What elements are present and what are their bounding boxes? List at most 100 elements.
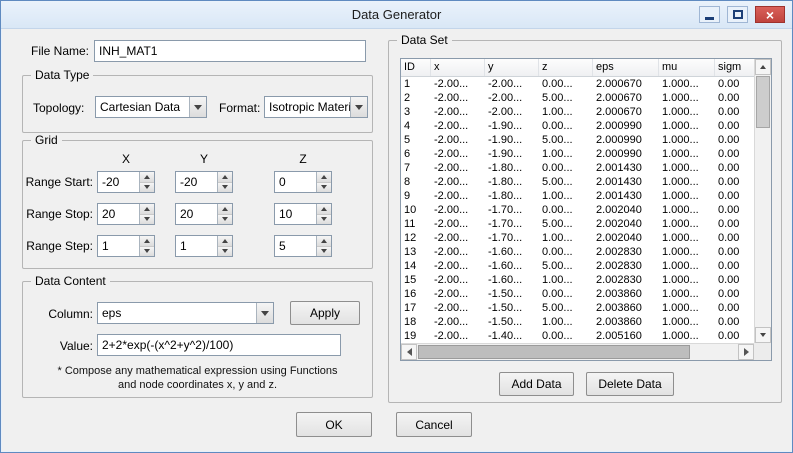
spinner-value[interactable]: -20 — [98, 172, 139, 192]
spin-down-icon[interactable] — [218, 215, 232, 225]
table-row[interactable]: 10-2.00...-1.70...0.00...2.0020401.000..… — [401, 203, 756, 217]
spin-up-icon[interactable] — [140, 236, 154, 247]
spin-down-icon[interactable] — [317, 183, 331, 193]
apply-button[interactable]: Apply — [290, 301, 360, 325]
format-combobox[interactable]: Isotropic Materia — [264, 96, 368, 118]
spin-up-icon[interactable] — [140, 204, 154, 215]
chevron-down-icon[interactable] — [350, 97, 367, 117]
table-cell: 1.000... — [659, 301, 715, 315]
vertical-scrollbar[interactable] — [754, 59, 771, 343]
table-row[interactable]: 14-2.00...-1.60...5.00...2.0028301.000..… — [401, 259, 756, 273]
spin-up-icon[interactable] — [218, 236, 232, 247]
spinner-value[interactable]: -20 — [176, 172, 217, 192]
scroll-left-button[interactable] — [401, 344, 417, 360]
spin-down-icon[interactable] — [140, 215, 154, 225]
range-start-y-spinner[interactable]: -20 — [175, 171, 233, 193]
spin-down-icon[interactable] — [140, 247, 154, 257]
maximize-button[interactable] — [727, 6, 748, 23]
close-button[interactable]: × — [755, 6, 785, 23]
table-row[interactable]: 8-2.00...-1.80...5.00...2.0014301.000...… — [401, 175, 756, 189]
vertical-scroll-thumb[interactable] — [756, 76, 770, 128]
table-row[interactable]: 5-2.00...-1.90...5.00...2.0009901.000...… — [401, 133, 756, 147]
spin-down-icon[interactable] — [317, 215, 331, 225]
table-row[interactable]: 19-2.00...-1.40...0.00...2.0051601.000..… — [401, 329, 756, 343]
spinner-value[interactable]: 1 — [98, 236, 139, 256]
spin-down-icon[interactable] — [140, 183, 154, 193]
ok-button[interactable]: OK — [296, 412, 372, 437]
range-start-x-spinner[interactable]: -20 — [97, 171, 155, 193]
scroll-right-button[interactable] — [738, 344, 754, 360]
column-header-y[interactable]: y — [485, 59, 539, 76]
spin-up-icon[interactable] — [317, 204, 331, 215]
table-row[interactable]: 16-2.00...-1.50...0.00...2.0038601.000..… — [401, 287, 756, 301]
spinner-buttons — [217, 204, 232, 224]
table-row[interactable]: 11-2.00...-1.70...5.00...2.0020401.000..… — [401, 217, 756, 231]
table-row[interactable]: 12-2.00...-1.70...1.00...2.0020401.000..… — [401, 231, 756, 245]
table-cell: -1.90... — [485, 119, 539, 133]
column-header-mu[interactable]: mu — [659, 59, 715, 76]
spinner-value[interactable]: 5 — [275, 236, 316, 256]
table-row[interactable]: 7-2.00...-1.80...0.00...2.0014301.000...… — [401, 161, 756, 175]
table-cell: 2.000990 — [593, 119, 659, 133]
table-row[interactable]: 6-2.00...-1.90...1.00...2.0009901.000...… — [401, 147, 756, 161]
table-cell: -1.70... — [485, 217, 539, 231]
range-step-y-spinner[interactable]: 1 — [175, 235, 233, 257]
table-cell: 1.000... — [659, 147, 715, 161]
range-step-z-spinner[interactable]: 5 — [274, 235, 332, 257]
spinner-value[interactable]: 20 — [98, 204, 139, 224]
range-start-z-spinner[interactable]: 0 — [274, 171, 332, 193]
range-step-x-spinner[interactable]: 1 — [97, 235, 155, 257]
titlebar[interactable]: Data Generator × — [1, 1, 792, 29]
chevron-down-icon[interactable] — [256, 303, 273, 323]
range-stop-y-spinner[interactable]: 20 — [175, 203, 233, 225]
horizontal-scroll-thumb[interactable] — [418, 345, 690, 359]
table-cell: 0.00 — [715, 105, 756, 119]
column-combobox[interactable]: eps — [97, 302, 274, 324]
spinner-value[interactable]: 0 — [275, 172, 316, 192]
chevron-down-icon[interactable] — [189, 97, 206, 117]
spin-down-icon[interactable] — [317, 247, 331, 257]
delete-data-button[interactable]: Delete Data — [586, 372, 674, 396]
table-row[interactable]: 1-2.00...-2.00...0.00...2.0006701.000...… — [401, 77, 756, 91]
table-row[interactable]: 3-2.00...-2.00...1.00...2.0006701.000...… — [401, 105, 756, 119]
table-row[interactable]: 17-2.00...-1.50...5.00...2.0038601.000..… — [401, 301, 756, 315]
table-cell: -2.00... — [431, 287, 485, 301]
range-stop-x-spinner[interactable]: 20 — [97, 203, 155, 225]
column-header-id[interactable]: ID — [401, 59, 431, 76]
data-set-group-title: Data Set — [397, 33, 452, 47]
spinner-value[interactable]: 10 — [275, 204, 316, 224]
table-cell: 3 — [401, 105, 431, 119]
table-row[interactable]: 13-2.00...-1.60...0.00...2.0028301.000..… — [401, 245, 756, 259]
spin-up-icon[interactable] — [317, 172, 331, 183]
cancel-button[interactable]: Cancel — [396, 412, 472, 437]
column-header-sigma[interactable]: sigm — [715, 59, 756, 76]
scroll-up-button[interactable] — [755, 59, 771, 75]
spin-down-icon[interactable] — [218, 183, 232, 193]
file-name-input[interactable]: INH_MAT1 — [94, 40, 366, 62]
spin-up-icon[interactable] — [218, 172, 232, 183]
column-header-z[interactable]: z — [539, 59, 593, 76]
spin-up-icon[interactable] — [218, 204, 232, 215]
spin-up-icon[interactable] — [317, 236, 331, 247]
table-row[interactable]: 2-2.00...-2.00...5.00...2.0006701.000...… — [401, 91, 756, 105]
spinner-value[interactable]: 1 — [176, 236, 217, 256]
topology-combobox[interactable]: Cartesian Data — [95, 96, 207, 118]
table-cell: -2.00... — [431, 91, 485, 105]
spin-down-icon[interactable] — [218, 247, 232, 257]
spin-up-icon[interactable] — [140, 172, 154, 183]
horizontal-scrollbar[interactable] — [401, 343, 754, 360]
range-stop-z-spinner[interactable]: 10 — [274, 203, 332, 225]
table-row[interactable]: 9-2.00...-1.80...1.00...2.0014301.000...… — [401, 189, 756, 203]
value-input[interactable]: 2+2*exp(-(x^2+y^2)/100) — [97, 334, 341, 356]
column-header-x[interactable]: x — [431, 59, 485, 76]
table-row[interactable]: 4-2.00...-1.90...0.00...2.0009901.000...… — [401, 119, 756, 133]
table-row[interactable]: 18-2.00...-1.50...1.00...2.0038601.000..… — [401, 315, 756, 329]
data-generator-window: Data Generator × File Name: INH_MAT1 Dat… — [0, 0, 793, 453]
spinner-value[interactable]: 20 — [176, 204, 217, 224]
table-row[interactable]: 15-2.00...-1.60...1.00...2.0028301.000..… — [401, 273, 756, 287]
table-cell: -1.90... — [485, 147, 539, 161]
add-data-button[interactable]: Add Data — [499, 372, 574, 396]
minimize-button[interactable] — [699, 6, 720, 23]
scroll-down-button[interactable] — [755, 327, 771, 343]
column-header-eps[interactable]: eps — [593, 59, 659, 76]
